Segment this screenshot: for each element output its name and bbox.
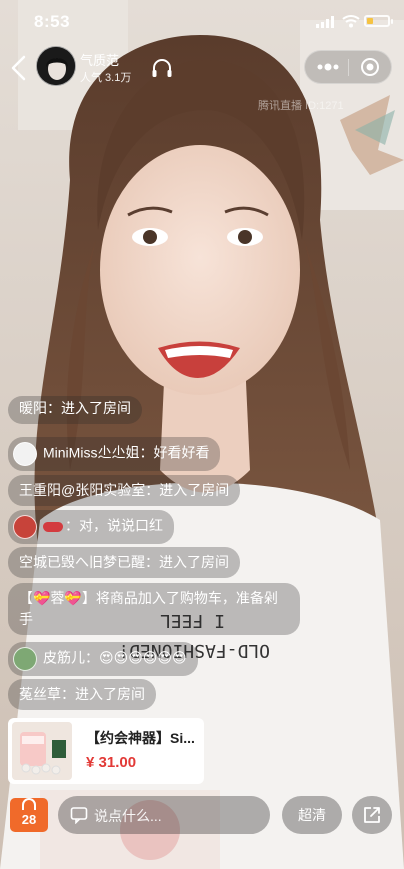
miniprogram-capsule <box>304 50 392 84</box>
battery-icon <box>364 15 393 27</box>
cart-count: 28 <box>21 812 37 827</box>
chat-message: MiniMiss尐尐姐：好看好看 <box>8 437 221 471</box>
chat-message: 空城已毁へ旧梦已醒：进入了房间 <box>8 547 240 578</box>
user-avatar[interactable] <box>13 647 37 671</box>
share-icon <box>364 807 380 823</box>
chat-message: 暖阳：进入了房间 <box>8 396 142 424</box>
user-avatar[interactable] <box>13 442 37 466</box>
close-circle-icon[interactable] <box>359 56 381 78</box>
shopping-bag-button[interactable]: 28 <box>10 798 48 832</box>
anchor-info[interactable]: 气质范 人气 3.1万 <box>36 46 144 88</box>
status-bar: 8:53 <box>0 0 404 44</box>
chat-message: ：对，说说口红 <box>8 510 174 544</box>
comment-input[interactable]: 说点什么... <box>58 796 270 834</box>
product-title: 【约会神器】Si... <box>86 730 195 746</box>
chat-message: 菟丝草：进入了房间 <box>8 679 156 710</box>
wifi-icon <box>342 15 360 28</box>
product-image <box>12 722 72 780</box>
user-avatar[interactable] <box>13 515 37 539</box>
quality-button[interactable]: 超清 <box>282 796 342 834</box>
more-icon[interactable] <box>315 58 341 76</box>
status-time: 8:53 <box>34 12 71 31</box>
chat-bubble-icon <box>70 807 88 824</box>
signal-icon <box>316 16 334 28</box>
headphone-icon[interactable] <box>150 56 174 80</box>
chat-message: 王重阳@张阳实验室：进入了房间 <box>8 475 241 506</box>
product-card[interactable]: 【约会神器】Si... ¥ 31.00 <box>8 718 204 784</box>
back-arrow-icon[interactable] <box>8 54 32 82</box>
watermark-text: 腾讯直播 ID:1271 <box>258 100 344 112</box>
shopping-bag-icon <box>22 798 36 810</box>
product-price: ¥ 31.00 <box>86 754 137 771</box>
anchor-name: 气质范 <box>80 53 120 68</box>
comment-placeholder: 说点什么... <box>94 808 162 824</box>
chat-message: 皮筋儿：😍😍😍😍😍😍 <box>8 642 198 676</box>
anchor-popularity: 人气 3.1万 <box>80 72 132 84</box>
anchor-avatar[interactable] <box>36 46 76 86</box>
lips-icon <box>43 522 63 532</box>
chat-message: 【💝蓉💝】将商品加入了购物车，准备剁手 <box>8 583 300 635</box>
share-button[interactable] <box>352 796 392 834</box>
